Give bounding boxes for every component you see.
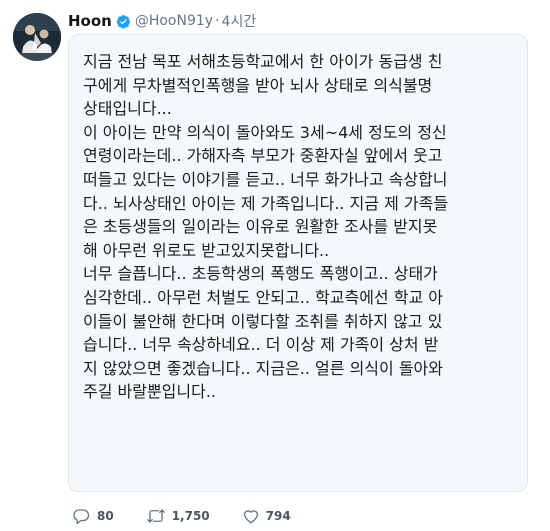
tweet-line: 지금 전남 목포 서해초등학교에서 한 아이가 동급생 친 [83, 52, 443, 71]
tweet-line: 다.. 뇌사상태인 아이는 제 가족입니다.. 지금 제 가족들 [83, 193, 449, 213]
tweet-actions: 80 1,750 794 [72, 506, 323, 526]
tweet-line: 너무 슬픕니다.. 초등학생의 폭행도 폭행이고.. 상태가 [83, 264, 438, 284]
tweet-line: 주길 바랄뿐입니다.. [83, 382, 217, 402]
tweet-line: 구에게 무차별적인폭행을 받아 뇌사 상태로 의식불명 [83, 75, 433, 95]
timestamp[interactable]: 4시간 [222, 11, 257, 31]
tweet-line: 이들이 불안해 한다며 이렇다할 조취를 취하지 않고 있 [83, 311, 443, 331]
tweet-line: 연령이라는데.. 가해자측 부모가 중환자실 앞에서 웃고 [83, 146, 443, 166]
separator-dot: · [215, 13, 220, 29]
tweet-body: 지금 전남 목포 서해초등학교에서 한 아이가 동급생 친 구에게 무차별적인폭… [83, 50, 511, 404]
tweet-line: 상태입니다... [83, 99, 172, 119]
heart-icon [243, 510, 258, 524]
tweet-line: 떠들고 있다는 이야기를 듣고.. 너무 화가나고 속상합니 [83, 169, 448, 189]
tweet-text-card: 지금 전남 목포 서해초등학교에서 한 아이가 동급생 친 구에게 무차별적인폭… [68, 34, 528, 492]
reply-button[interactable]: 80 [72, 507, 114, 525]
verified-badge-icon [116, 14, 130, 28]
profile-photo-icon [13, 13, 61, 61]
like-count: 794 [265, 509, 291, 523]
tweet: Hoon @HooN91y · 4시간 지금 전남 목포 서해초등학교에서 한 … [0, 0, 550, 531]
reply-count: 80 [97, 509, 114, 523]
reply-icon [73, 509, 90, 525]
tweet-line: 심각한데.. 아무런 처벌도 안되고.. 학교측에선 학교 아 [83, 287, 443, 307]
tweet-line: 이 아이는 만약 의식이 돌아와도 3세~4세 정도의 정신 [83, 122, 447, 142]
retweet-icon [146, 509, 165, 523]
tweet-header: Hoon @HooN91y · 4시간 [68, 10, 256, 32]
tweet-line: 은 초등생들의 일이라는 이유로 원활한 조사를 받지못 [83, 217, 438, 237]
tweet-line: 지 않았으면 좋겠습니다.. 지금은.. 얼른 의식이 돌아와 [83, 358, 443, 378]
user-handle[interactable]: @HooN91y [135, 13, 213, 29]
tweet-line: 습니다.. 너무 속상하네요.. 더 이상 제 가족이 상처 받 [83, 335, 439, 355]
like-button[interactable]: 794 [242, 507, 291, 525]
avatar[interactable] [13, 13, 61, 61]
retweet-button[interactable]: 1,750 [146, 507, 210, 525]
tweet-line: 해 아무런 위로도 받고있지못합니다.. [83, 240, 330, 260]
display-name[interactable]: Hoon [68, 12, 112, 30]
retweet-count: 1,750 [171, 509, 210, 523]
